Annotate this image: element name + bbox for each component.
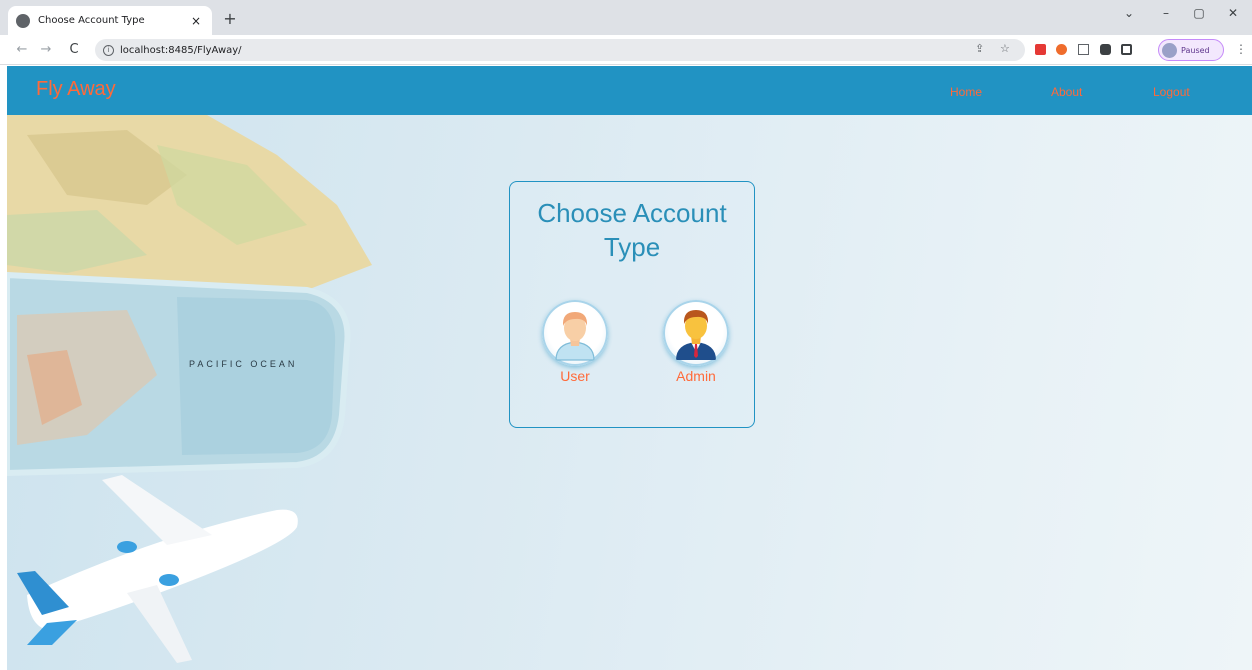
- brand-logo[interactable]: Fly Away: [36, 78, 116, 101]
- user-option[interactable]: User: [539, 300, 611, 384]
- map-and-plane-illustration: PACIFIC OCEAN: [7, 115, 372, 663]
- card-title: Choose Account Type: [537, 198, 727, 262]
- nav-logout-link[interactable]: Logout: [1153, 85, 1190, 99]
- nav-about-link[interactable]: About: [1051, 85, 1082, 99]
- site-navbar: Fly Away Home About Logout: [7, 66, 1252, 115]
- extension-orange-icon[interactable]: [1056, 44, 1067, 55]
- forward-button[interactable]: →: [38, 42, 54, 57]
- browser-tab-bar: Choose Account Type × + ⌄ – ▢ ✕: [0, 0, 1252, 35]
- airplane-model: [17, 475, 298, 663]
- user-option-label: User: [560, 368, 590, 384]
- user-avatar-icon[interactable]: [542, 300, 608, 366]
- profile-avatar-icon: [1162, 42, 1177, 58]
- close-window-button[interactable]: ✕: [1222, 6, 1244, 20]
- share-icon[interactable]: ⇪: [975, 42, 984, 55]
- minimize-button[interactable]: –: [1155, 6, 1177, 20]
- tab-search-button[interactable]: ⌄: [1118, 6, 1140, 20]
- site-info-icon[interactable]: i: [103, 44, 114, 56]
- back-button[interactable]: ←: [14, 42, 30, 57]
- page-viewport: PACIFIC OCEAN Fly Away Home About Logout…: [7, 66, 1252, 670]
- move-extension-icon[interactable]: [1078, 44, 1089, 55]
- profile-button[interactable]: Paused: [1158, 39, 1224, 61]
- side-panel-icon[interactable]: [1121, 44, 1132, 55]
- map-ocean-label: PACIFIC OCEAN: [189, 359, 297, 369]
- extension-red-icon[interactable]: [1035, 44, 1046, 55]
- browser-tab[interactable]: Choose Account Type ×: [8, 6, 212, 35]
- profile-status: Paused: [1181, 45, 1210, 55]
- globe-icon: [16, 13, 30, 28]
- bookmark-star-icon[interactable]: ☆: [1000, 42, 1010, 55]
- nav-home-link[interactable]: Home: [950, 85, 982, 99]
- admin-option-label: Admin: [676, 368, 716, 384]
- admin-avatar-icon[interactable]: [663, 300, 729, 366]
- url-text: localhost:8485/FlyAway/: [120, 44, 242, 56]
- tab-title: Choose Account Type: [38, 15, 145, 26]
- address-bar[interactable]: i localhost:8485/FlyAway/ ⇪ ☆: [95, 39, 1025, 61]
- reload-button[interactable]: C: [66, 42, 82, 57]
- tab-close-button[interactable]: ×: [188, 14, 204, 28]
- admin-option[interactable]: Admin: [660, 300, 732, 384]
- browser-menu-icon[interactable]: ⋮: [1235, 42, 1247, 56]
- browser-toolbar: ← → C i localhost:8485/FlyAway/ ⇪ ☆ Paus…: [0, 35, 1252, 65]
- account-type-card: Choose Account Type User Admin: [509, 181, 755, 428]
- maximize-button[interactable]: ▢: [1188, 6, 1210, 20]
- puzzle-extensions-icon[interactable]: [1100, 44, 1111, 55]
- new-tab-button[interactable]: +: [220, 9, 240, 29]
